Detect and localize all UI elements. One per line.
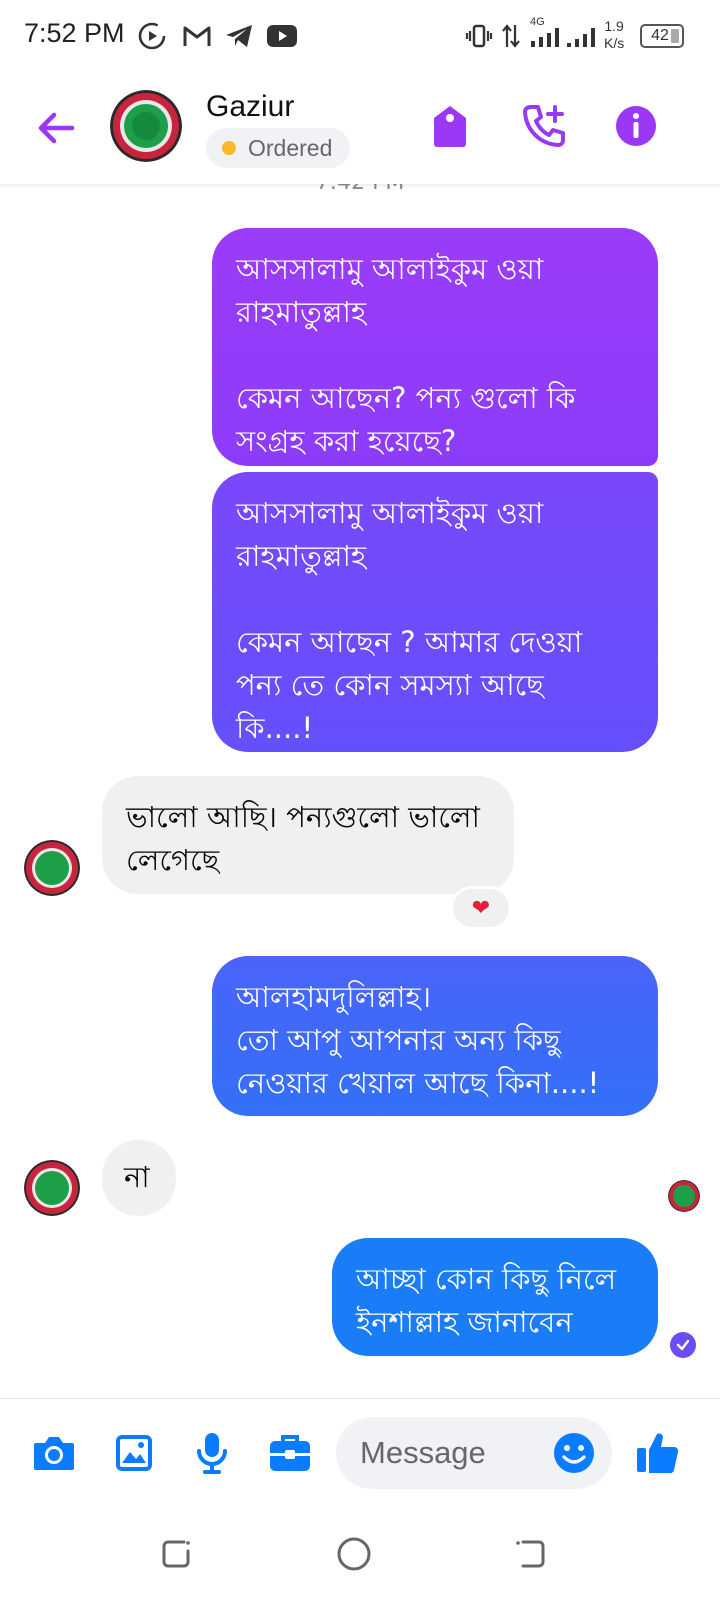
back-icon[interactable] <box>32 104 80 152</box>
speed-unit: K/s <box>604 35 625 51</box>
status-dot <box>222 141 236 155</box>
outgoing-message[interactable]: আলহামদুলিল্লাহ। তো আপু আপনার অন্য কিছু ন… <box>212 956 658 1116</box>
recent-apps-icon[interactable] <box>152 1530 200 1578</box>
signal-icon <box>564 20 600 52</box>
home-icon[interactable] <box>330 1530 378 1578</box>
camera-icon[interactable] <box>26 1425 82 1481</box>
image-icon[interactable] <box>106 1425 162 1481</box>
speed-value: 1.9 <box>604 18 624 34</box>
timestamp: 7:42 PM <box>0 184 720 195</box>
chat-header: Gaziur Ordered <box>0 72 720 184</box>
info-icon[interactable] <box>610 100 662 152</box>
avatar[interactable] <box>110 90 182 162</box>
emoji-icon[interactable] <box>552 1431 596 1475</box>
status-bar: 7:52 PM 4G 1.9 K/s 42 <box>0 0 720 72</box>
message-list[interactable]: 7:42 PM আসসালামু আলাইকুম ওয়া রাহমাতুল্ল… <box>0 184 720 1398</box>
composer <box>0 1398 720 1508</box>
avatar[interactable] <box>24 1160 80 1216</box>
status-label: Ordered <box>248 134 333 161</box>
signal-icon: 4G <box>526 16 566 52</box>
screen-record-icon <box>136 20 168 52</box>
outgoing-message[interactable]: আসসালামু আলাইকুম ওয়া রাহমাতুল্লাহ কেমন … <box>212 472 658 752</box>
incoming-message[interactable]: না <box>102 1140 176 1216</box>
thumbs-up-icon[interactable] <box>630 1425 686 1481</box>
youtube-icon <box>264 20 300 52</box>
reaction-heart[interactable]: ❤ <box>450 886 512 930</box>
navigation-bar <box>0 1508 720 1600</box>
incoming-message[interactable]: ভালো আছি। পন্যগুলো ভালো লেগেছে <box>102 776 514 894</box>
status-badge[interactable]: Ordered <box>206 128 351 168</box>
back-nav-icon[interactable] <box>506 1530 554 1578</box>
briefcase-icon[interactable] <box>262 1425 318 1481</box>
outgoing-message[interactable]: আসসালামু আলাইকুম ওয়া রাহমাতুল্লাহ কেমন … <box>212 228 658 466</box>
status-time: 7:52 PM <box>24 18 125 48</box>
add-call-icon[interactable] <box>518 100 570 152</box>
microphone-icon[interactable] <box>184 1425 240 1481</box>
avatar[interactable] <box>24 840 80 896</box>
tag-icon[interactable] <box>424 100 476 152</box>
outgoing-message[interactable]: আচ্ছা কোন কিছু নিলে ইনশাল্লাহ জানাবেন <box>332 1238 658 1356</box>
contact-name[interactable]: Gaziur <box>206 90 294 124</box>
sent-check-icon <box>670 1332 696 1358</box>
vibrate-icon <box>464 20 494 52</box>
heart-icon: ❤ <box>471 895 491 921</box>
network-type: 4G <box>530 16 545 28</box>
data-arrows-icon <box>500 20 522 52</box>
seen-avatar <box>668 1180 700 1212</box>
battery-icon: 42 <box>640 24 684 48</box>
telegram-icon <box>222 20 256 52</box>
gmail-icon <box>180 20 214 52</box>
network-speed: 1.9 K/s <box>604 18 624 52</box>
